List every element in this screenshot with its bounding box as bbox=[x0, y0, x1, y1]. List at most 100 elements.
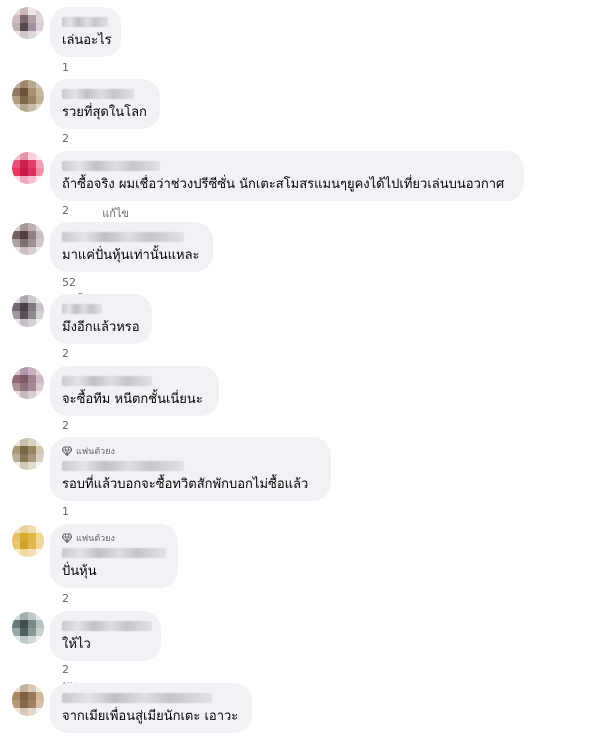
comment-text: ให้ไว bbox=[62, 637, 91, 652]
avatar-pixel bbox=[36, 628, 44, 636]
avatar-pixel bbox=[28, 23, 36, 31]
avatar-pixel bbox=[36, 168, 44, 176]
commenter-name[interactable] bbox=[62, 693, 212, 703]
avatar[interactable] bbox=[12, 80, 44, 112]
comment-text: รอบที่แล้วบอกจะซื้อทวิตสักพักบอกไม่ซื้อแ… bbox=[62, 477, 309, 492]
diamond-icon bbox=[62, 446, 72, 456]
commenter-name[interactable] bbox=[62, 461, 184, 471]
avatar-pixel bbox=[20, 367, 28, 375]
avatar-pixel bbox=[36, 319, 44, 327]
comment-text: รวยที่สุดในโลก bbox=[62, 105, 147, 120]
avatar-pixel bbox=[12, 15, 20, 23]
avatar-pixel bbox=[20, 525, 28, 533]
avatar-pixel bbox=[20, 168, 28, 176]
commenter-name[interactable] bbox=[62, 376, 152, 386]
avatar-pixel bbox=[12, 533, 20, 541]
avatar-pixel bbox=[12, 375, 20, 383]
avatar-pixel bbox=[28, 168, 36, 176]
avatar-pixel bbox=[12, 684, 20, 692]
avatar-pixel bbox=[28, 636, 36, 644]
avatar-pixel bbox=[28, 319, 36, 327]
avatar[interactable] bbox=[12, 438, 44, 470]
avatar-pixel bbox=[20, 383, 28, 391]
avatar-pixel bbox=[28, 454, 36, 462]
avatar-pixel bbox=[28, 7, 36, 15]
avatar-pixel bbox=[36, 533, 44, 541]
avatar-pixel bbox=[28, 160, 36, 168]
avatar-pixel bbox=[28, 295, 36, 303]
avatar-pixel bbox=[36, 231, 44, 239]
avatar-pixel bbox=[28, 446, 36, 454]
comment-text: ปั่นหุ้น bbox=[62, 564, 97, 579]
avatar-pixel bbox=[12, 319, 20, 327]
avatar-pixel bbox=[12, 176, 20, 184]
avatar-pixel bbox=[12, 104, 20, 112]
avatar-pixel bbox=[20, 88, 28, 96]
commenter-name[interactable] bbox=[62, 89, 134, 99]
commenter-name[interactable] bbox=[62, 17, 108, 27]
comment-text: มึงอีกแล้วหรอ bbox=[62, 320, 140, 335]
avatar-pixel bbox=[36, 303, 44, 311]
avatar[interactable] bbox=[12, 612, 44, 644]
avatar-pixel bbox=[20, 454, 28, 462]
avatar-pixel bbox=[12, 446, 20, 454]
avatar-pixel bbox=[28, 462, 36, 470]
avatar-pixel bbox=[28, 231, 36, 239]
avatar-pixel bbox=[20, 541, 28, 549]
avatar-pixel bbox=[12, 454, 20, 462]
avatar-pixel bbox=[20, 223, 28, 231]
avatar-pixel bbox=[20, 620, 28, 628]
avatar-pixel bbox=[36, 247, 44, 255]
avatar-pixel bbox=[28, 700, 36, 708]
avatar[interactable] bbox=[12, 223, 44, 255]
avatar-pixel bbox=[20, 533, 28, 541]
comment-text: จากเมียเพื่อนสู่เมียนักเตะ เอาวะ bbox=[62, 709, 239, 724]
avatar-pixel bbox=[36, 708, 44, 716]
comment-text: มาแค่ปั่นหุ้นเท่านั้นแหละ bbox=[62, 248, 200, 263]
top-fan-badge[interactable]: แฟนตัวยง bbox=[62, 445, 319, 457]
avatar-pixel bbox=[28, 692, 36, 700]
avatar-pixel bbox=[20, 31, 28, 39]
commenter-name[interactable] bbox=[62, 548, 166, 558]
avatar-pixel bbox=[12, 462, 20, 470]
avatar[interactable] bbox=[12, 7, 44, 39]
avatar-pixel bbox=[12, 152, 20, 160]
avatar[interactable] bbox=[12, 367, 44, 399]
commenter-name[interactable] bbox=[62, 232, 184, 242]
avatar[interactable] bbox=[12, 525, 44, 557]
avatar-pixel bbox=[36, 367, 44, 375]
avatar-pixel bbox=[20, 375, 28, 383]
avatar-pixel bbox=[36, 383, 44, 391]
avatar-pixel bbox=[28, 223, 36, 231]
comment-text: จะซื้อทีม หนีตกชั้นเนี่ยนะ bbox=[62, 392, 203, 407]
avatar-pixel bbox=[28, 620, 36, 628]
avatar-pixel bbox=[20, 391, 28, 399]
comment-bubble: เล่นอะไร bbox=[50, 7, 121, 57]
avatar-pixel bbox=[28, 612, 36, 620]
avatar-pixel bbox=[36, 620, 44, 628]
avatar[interactable] bbox=[12, 684, 44, 716]
avatar-pixel bbox=[28, 247, 36, 255]
avatar-pixel bbox=[28, 541, 36, 549]
avatar-pixel bbox=[20, 303, 28, 311]
comment-bubble: มึงอีกแล้วหรอ bbox=[50, 294, 152, 344]
avatar-pixel bbox=[12, 525, 20, 533]
commenter-name[interactable] bbox=[62, 161, 160, 171]
avatar[interactable] bbox=[12, 152, 44, 184]
avatar-pixel bbox=[36, 684, 44, 692]
avatar[interactable] bbox=[12, 295, 44, 327]
avatar-pixel bbox=[12, 438, 20, 446]
badge-label: แฟนตัวยง bbox=[76, 534, 115, 544]
top-fan-badge[interactable]: แฟนตัวยง bbox=[62, 532, 166, 544]
avatar-pixel bbox=[36, 88, 44, 96]
avatar-pixel bbox=[36, 31, 44, 39]
avatar-pixel bbox=[36, 692, 44, 700]
avatar-pixel bbox=[20, 80, 28, 88]
avatar-pixel bbox=[20, 23, 28, 31]
avatar-pixel bbox=[12, 700, 20, 708]
commenter-name[interactable] bbox=[62, 621, 152, 631]
avatar-pixel bbox=[20, 446, 28, 454]
commenter-name[interactable] bbox=[62, 304, 102, 314]
avatar-pixel bbox=[28, 367, 36, 375]
comment-bubble: ให้ไว bbox=[50, 611, 161, 661]
